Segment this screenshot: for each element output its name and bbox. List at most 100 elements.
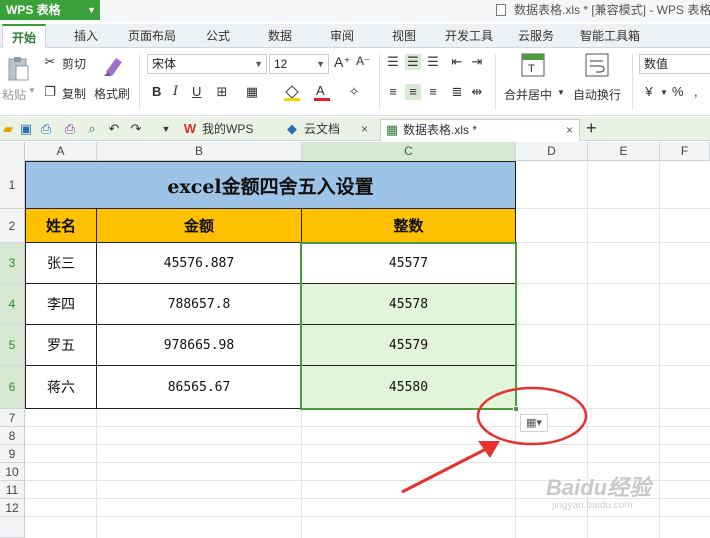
open-folder-icon[interactable]: ▰ <box>0 121 16 137</box>
tab-page-layout[interactable]: 页面布局 <box>118 24 186 48</box>
customize-toolbar-icon[interactable]: ▼ <box>158 121 174 137</box>
auto-fill-options-button[interactable]: ▦▾ <box>520 414 548 432</box>
table-cell-name[interactable]: 张三 <box>25 243 97 284</box>
header-cell-name[interactable]: 姓名 <box>25 209 97 243</box>
column-header[interactable]: B <box>97 142 302 161</box>
save-icon[interactable]: ▣ <box>18 121 34 137</box>
header-cell-integer[interactable]: 整数 <box>302 209 516 243</box>
merge-center-icon[interactable]: T <box>520 52 546 78</box>
italic-button[interactable]: I <box>173 84 178 99</box>
tab-developer[interactable]: 开发工具 <box>436 24 502 48</box>
format-painter-button[interactable]: 格式刷 <box>94 85 130 102</box>
print-icon[interactable]: ⎙ <box>62 121 78 137</box>
tab-view[interactable]: 视图 <box>382 24 426 48</box>
align-right-icon[interactable]: ≡ <box>425 84 441 100</box>
table-cell-integer[interactable]: 45580 <box>302 366 516 409</box>
paste-button-label[interactable]: 粘贴 <box>2 86 26 103</box>
table-cell-name[interactable]: 蒋六 <box>25 366 97 409</box>
chevron-down-icon[interactable]: ▼ <box>660 88 668 97</box>
column-header[interactable]: C <box>302 142 516 161</box>
wrap-text-button[interactable]: 自动换行 <box>573 86 621 103</box>
row-header[interactable] <box>0 517 25 538</box>
fill-pattern-icon[interactable]: ▦ <box>244 84 260 100</box>
indent-decrease-icon[interactable]: ⇤ <box>449 54 465 70</box>
align-middle-icon[interactable]: ☰ <box>405 54 421 70</box>
tab-formulas[interactable]: 公式 <box>196 24 240 48</box>
font-color-icon[interactable]: A <box>312 82 332 102</box>
number-format-select[interactable]: 数值 <box>639 54 710 74</box>
wrap-text-icon[interactable] <box>584 52 610 78</box>
doc-tab-my-wps[interactable]: W 我的WPS <box>180 119 276 141</box>
clear-format-icon[interactable]: ✧ <box>346 84 362 100</box>
grow-font-button[interactable]: A⁺ <box>334 54 351 71</box>
row-header[interactable]: 9 <box>0 445 25 463</box>
merge-center-button[interactable]: 合并居中 <box>504 86 552 103</box>
column-header[interactable]: D <box>516 142 588 161</box>
table-cell-amount[interactable]: 86565.67 <box>97 366 302 409</box>
paste-icon[interactable] <box>6 56 30 82</box>
row-header[interactable]: 2 <box>0 209 25 243</box>
table-title-cell[interactable]: excel金额四舍五入设置 <box>25 161 516 209</box>
align-left-icon[interactable]: ≡ <box>385 84 401 100</box>
align-center-icon[interactable]: ≡ <box>405 84 421 100</box>
comma-style-button[interactable]: , <box>694 84 698 99</box>
table-cell-amount[interactable]: 788657.8 <box>97 284 302 325</box>
table-cell-integer[interactable]: 45577 <box>302 243 516 284</box>
scissors-icon[interactable]: ✂ <box>42 54 58 70</box>
export-pdf-icon[interactable]: ⎙ <box>38 121 54 137</box>
row-header[interactable]: 4 <box>0 284 25 325</box>
row-header[interactable]: 7 <box>0 409 25 427</box>
chevron-down-icon[interactable]: ▼ <box>557 88 565 97</box>
header-cell-amount[interactable]: 金额 <box>97 209 302 243</box>
table-cell-amount[interactable]: 45576.887 <box>97 243 302 284</box>
row-header[interactable]: 1 <box>0 161 25 209</box>
tab-cloud[interactable]: 云服务 <box>510 24 562 48</box>
format-painter-icon[interactable] <box>100 52 126 80</box>
close-icon[interactable]: × <box>361 119 368 139</box>
underline-button[interactable]: U <box>192 84 201 99</box>
row-header[interactable]: 10 <box>0 463 25 481</box>
distribute-icon[interactable]: ⇹ <box>469 84 485 100</box>
percent-button[interactable]: % <box>672 84 684 99</box>
bold-button[interactable]: B <box>152 84 161 99</box>
doc-tab-data-sheet[interactable]: ▦ 数据表格.xls * × <box>380 119 580 141</box>
currency-icon[interactable]: ¥ <box>641 84 657 100</box>
shrink-font-button[interactable]: A⁻ <box>356 54 370 68</box>
table-cell-name[interactable]: 罗五 <box>25 325 97 366</box>
chevron-down-icon[interactable]: ▼ <box>28 86 36 95</box>
row-header[interactable]: 3 <box>0 243 25 284</box>
cut-button[interactable]: 剪切 <box>62 55 86 72</box>
tab-review[interactable]: 审阅 <box>320 24 364 48</box>
column-header[interactable]: E <box>588 142 660 161</box>
redo-icon[interactable]: ↷ <box>128 121 144 137</box>
close-icon[interactable]: × <box>566 120 573 140</box>
tab-data[interactable]: 数据 <box>258 24 302 48</box>
table-cell-name[interactable]: 李四 <box>25 284 97 325</box>
column-header[interactable]: F <box>660 142 710 161</box>
align-bottom-icon[interactable]: ☰ <box>425 54 441 70</box>
font-size-select[interactable]: 12 ▼ <box>269 54 329 74</box>
row-header[interactable]: 5 <box>0 325 25 366</box>
table-cell-integer[interactable]: 45579 <box>302 325 516 366</box>
doc-tab-cloud-docs[interactable]: ◆ 云文档 × <box>282 119 374 141</box>
tab-insert[interactable]: 插入 <box>62 24 110 48</box>
borders-icon[interactable]: ⊞ <box>214 84 230 100</box>
select-all-corner[interactable] <box>0 142 25 161</box>
justify-icon[interactable]: ≣ <box>449 84 465 100</box>
copy-button[interactable]: 复制 <box>62 85 86 102</box>
tab-smart-tools[interactable]: 智能工具箱 <box>570 24 650 48</box>
fill-handle[interactable] <box>513 406 519 412</box>
row-header[interactable]: 8 <box>0 427 25 445</box>
font-name-select[interactable]: 宋体 ▼ <box>147 54 267 74</box>
undo-icon[interactable]: ↶ <box>106 121 122 137</box>
column-header[interactable]: A <box>25 142 97 161</box>
app-menu-button[interactable]: WPS 表格 ▼ <box>0 0 100 20</box>
print-preview-icon[interactable]: ⌕ <box>84 121 100 137</box>
tab-home[interactable]: 开始 <box>2 24 46 48</box>
copy-icon[interactable]: ❐ <box>42 84 58 100</box>
align-top-icon[interactable]: ☰ <box>385 54 401 70</box>
indent-increase-icon[interactable]: ⇥ <box>469 54 485 70</box>
row-header[interactable]: 12 <box>0 499 25 517</box>
table-cell-integer[interactable]: 45578 <box>302 284 516 325</box>
row-header[interactable]: 6 <box>0 366 25 409</box>
